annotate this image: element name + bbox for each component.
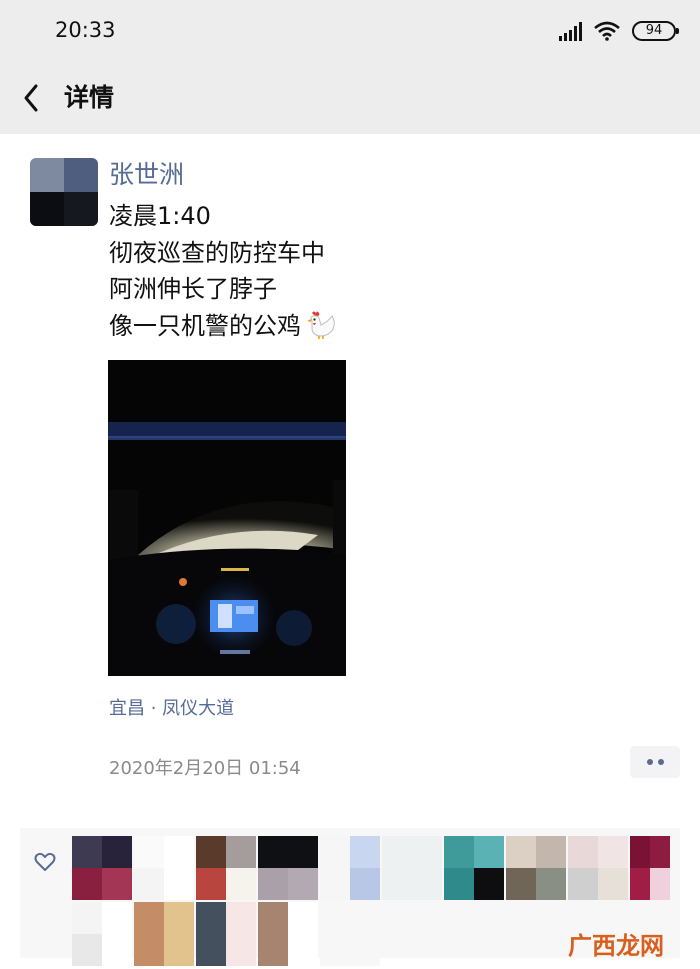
liker-avatar[interactable]	[630, 836, 670, 900]
liker-avatar[interactable]	[72, 836, 132, 900]
post-line-text: 像一只机警的公鸡	[109, 311, 301, 340]
liker-avatar[interactable]	[134, 836, 194, 900]
status-bar: 20:33 94	[0, 0, 700, 62]
battery-level: 94	[645, 23, 663, 38]
liker-avatar[interactable]	[258, 902, 318, 966]
avatar[interactable]	[30, 158, 98, 226]
liker-avatar[interactable]	[506, 836, 566, 900]
post-line: 阿洲伸长了脖子	[109, 275, 277, 303]
photo-canvas	[108, 360, 346, 676]
heart-outline-icon	[34, 852, 56, 871]
liker-avatar[interactable]	[196, 836, 256, 900]
nav-bar: 详情	[0, 62, 700, 134]
signal-icon	[559, 21, 582, 41]
page-title: 详情	[64, 83, 115, 112]
author-name[interactable]: 张世洲	[109, 158, 184, 192]
post-line: 像一只机警的公鸡	[109, 308, 337, 345]
wifi-icon	[594, 21, 620, 41]
liker-avatar[interactable]	[320, 902, 380, 966]
liker-avatar[interactable]	[320, 836, 380, 900]
liker-avatar[interactable]	[134, 902, 194, 966]
liker-avatar[interactable]	[72, 902, 132, 966]
back-button[interactable]	[18, 80, 48, 116]
post-line: 凌晨1:40	[109, 202, 211, 230]
liker-avatar[interactable]	[444, 836, 504, 900]
status-icons: 94	[559, 18, 679, 44]
status-time: 20:33	[55, 18, 116, 42]
more-dots-icon	[646, 759, 653, 765]
liker-avatar[interactable]	[196, 902, 256, 966]
battery-icon: 94	[632, 21, 679, 41]
moment-post: 张世洲 凌晨1:40 彻夜巡查的防控车中 阿洲伸长了脖子 像一只机警的公鸡 宜昌…	[0, 134, 700, 969]
post-line: 彻夜巡查的防控车中	[109, 238, 325, 267]
rooster-emoji	[307, 311, 335, 339]
post-location[interactable]: 宜昌 · 凤仪大道	[109, 694, 234, 720]
more-dot	[657, 759, 664, 765]
more-button[interactable]	[630, 746, 680, 778]
night-car-dashboard-photo[interactable]	[108, 360, 346, 676]
liker-avatar[interactable]	[258, 836, 318, 900]
liker-avatar[interactable]	[568, 836, 628, 900]
chevron-left-icon	[24, 84, 38, 112]
watermark: 广西龙网	[568, 932, 664, 960]
post-timestamp: 2020年2月20日 01:54	[109, 758, 301, 779]
liker-avatar[interactable]	[382, 836, 442, 900]
post-text: 凌晨1:40 彻夜巡查的防控车中 阿洲伸长了脖子 像一只机警的公鸡	[109, 198, 337, 344]
